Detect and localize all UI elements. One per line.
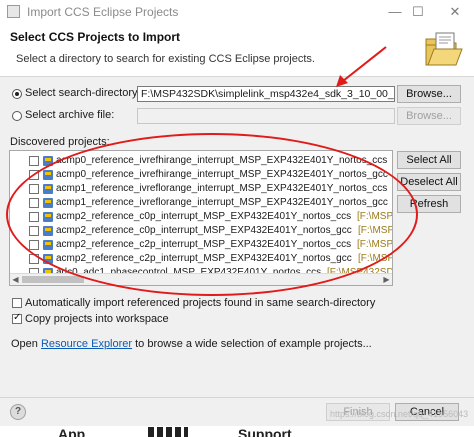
project-checkbox[interactable] <box>29 212 39 222</box>
background-window-strip: App Support <box>0 426 474 437</box>
help-icon[interactable]: ? <box>10 404 26 420</box>
project-path: [F:\MSP <box>357 211 393 222</box>
project-row[interactable]: acmp1_reference_ivreflorange_interrupt_M… <box>10 182 390 196</box>
project-icon <box>43 184 53 194</box>
project-checkbox[interactable] <box>29 240 39 250</box>
app-icon <box>7 5 20 18</box>
project-icon <box>43 240 53 250</box>
project-path: [F:\MSP <box>358 225 393 236</box>
page-title: Select CCS Projects to Import <box>10 30 181 44</box>
project-name: acmp2_reference_c2p_interrupt_MSP_EXP432… <box>56 253 352 264</box>
project-icon <box>43 254 53 264</box>
project-icon <box>43 156 53 166</box>
project-row[interactable]: acmp0_reference_ivrefhirange_interrupt_M… <box>10 168 390 182</box>
select-all-button[interactable]: Select All <box>397 151 461 169</box>
refresh-button[interactable]: Refresh <box>397 195 461 213</box>
projects-list[interactable]: acmp0_reference_ivrefhirange_interrupt_M… <box>9 150 393 286</box>
import-folder-icon <box>425 32 463 66</box>
resource-explorer-text: Open Resource Explorer to browse a wide … <box>11 338 372 350</box>
project-path: [F:\MSP <box>358 253 393 264</box>
auto-import-checkbox[interactable] <box>12 298 22 308</box>
browse-directory-button[interactable]: Browse... <box>397 85 461 103</box>
project-icon <box>43 198 53 208</box>
project-name: acmp0_reference_ivrefhirange_interrupt_M… <box>56 155 388 166</box>
project-row[interactable]: acmp2_reference_c2p_interrupt_MSP_EXP432… <box>10 238 393 252</box>
copy-projects-checkbox[interactable] <box>12 312 22 324</box>
auto-import-label: Automatically import referenced projects… <box>25 297 376 309</box>
project-row[interactable]: acmp2_reference_c2p_interrupt_MSP_EXP432… <box>10 252 393 266</box>
deselect-all-button[interactable]: Deselect All <box>397 173 461 191</box>
project-checkbox[interactable] <box>29 184 39 194</box>
archive-file-label: Select archive file: <box>25 109 115 121</box>
browse-archive-button[interactable]: Browse... <box>397 107 461 125</box>
project-name: acmp1_reference_ivreflorange_interrupt_M… <box>56 183 388 194</box>
copy-projects-label: Copy projects into workspace <box>25 313 169 325</box>
search-directory-input[interactable]: F:\MSP432SDK\simplelink_msp432e4_sdk_3_1… <box>137 86 395 102</box>
archive-file-input[interactable] <box>137 108 395 124</box>
project-row[interactable]: acmp0_reference_ivrefhirange_interrupt_M… <box>10 154 390 168</box>
archive-file-radio[interactable] <box>12 111 22 121</box>
background-logo <box>148 427 188 437</box>
search-directory-label: Select search-directory: <box>25 87 141 99</box>
project-icon <box>43 212 53 222</box>
scrollbar-thumb[interactable] <box>22 276 84 283</box>
project-icon <box>43 226 53 236</box>
project-checkbox[interactable] <box>29 254 39 264</box>
project-checkbox[interactable] <box>29 198 39 208</box>
project-name: acmp0_reference_ivrefhirange_interrupt_M… <box>56 169 388 180</box>
resource-explorer-prefix: Open <box>11 338 41 350</box>
wizard-header: Select CCS Projects to Import Select a d… <box>0 24 474 76</box>
discovered-projects-label: Discovered projects: <box>10 136 110 148</box>
window-title: Import CCS Eclipse Projects <box>27 5 179 19</box>
project-row[interactable]: acmp2_reference_c0p_interrupt_MSP_EXP432… <box>10 210 393 224</box>
project-row[interactable]: acmp2_reference_c0p_interrupt_MSP_EXP432… <box>10 224 393 238</box>
project-name: acmp2_reference_c0p_interrupt_MSP_EXP432… <box>56 211 352 222</box>
background-app-label: App <box>58 426 86 437</box>
project-icon <box>43 170 53 180</box>
search-directory-radio[interactable] <box>12 89 22 99</box>
project-checkbox[interactable] <box>29 226 39 236</box>
scroll-right-icon[interactable]: ▶ <box>381 274 392 285</box>
project-checkbox[interactable] <box>29 170 39 180</box>
background-support-label: Support <box>238 426 292 437</box>
scroll-left-icon[interactable]: ◀ <box>10 274 21 285</box>
resource-explorer-suffix: to browse a wide selection of example pr… <box>132 338 372 350</box>
maximize-button[interactable]: ☐ <box>403 1 433 23</box>
title-bar: Import CCS Eclipse Projects — ☐ ✕ <box>0 0 474 24</box>
close-button[interactable]: ✕ <box>440 1 470 23</box>
project-row[interactable]: acmp1_reference_ivreflorange_interrupt_M… <box>10 196 390 210</box>
resource-explorer-link[interactable]: Resource Explorer <box>41 338 132 350</box>
project-checkbox[interactable] <box>29 156 39 166</box>
horizontal-scrollbar[interactable]: ◀ ▶ <box>10 273 392 285</box>
project-name: acmp2_reference_c0p_interrupt_MSP_EXP432… <box>56 225 352 236</box>
project-path: [F:\MSP <box>357 239 393 250</box>
project-name: acmp1_reference_ivreflorange_interrupt_M… <box>56 197 388 208</box>
page-subtitle: Select a directory to search for existin… <box>16 53 315 65</box>
watermark: https://blog.csdn.net/qq_41956043 <box>330 409 469 419</box>
project-name: acmp2_reference_c2p_interrupt_MSP_EXP432… <box>56 239 352 250</box>
